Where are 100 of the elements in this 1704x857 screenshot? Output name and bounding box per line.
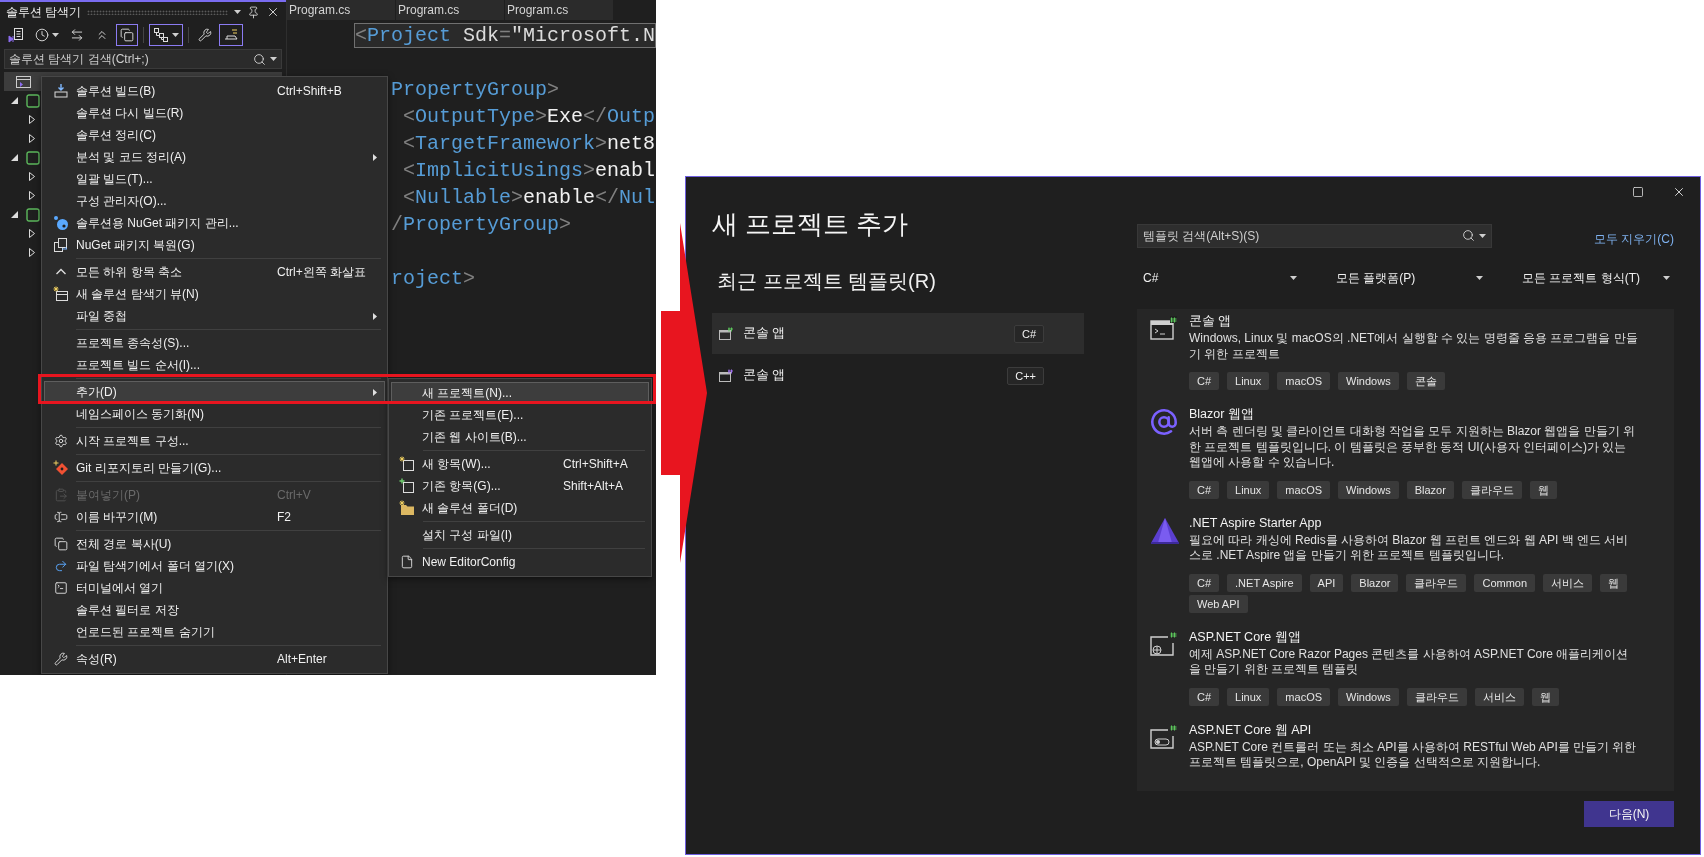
menu-item[interactable]: 솔루션용 NuGet 패키지 관리... (44, 212, 385, 234)
menu-item[interactable]: 일괄 빌드(T)... (44, 168, 385, 190)
editor-tab[interactable]: Program.cs (396, 0, 504, 20)
expanded-arrow-icon[interactable] (11, 154, 18, 161)
recent-template-item[interactable]: 콘솔 앱 C++ (712, 355, 1084, 396)
template-title[interactable]: ASP.NET Core 웹앱 (1189, 628, 1662, 645)
new-item-icon (399, 456, 415, 472)
document-icon (8, 27, 24, 43)
toolbar-button[interactable] (149, 24, 183, 46)
menu-item[interactable]: NuGet 패키지 복원(G) (44, 234, 385, 256)
caret-down-icon (270, 57, 277, 61)
next-button[interactable]: 다음(N) (1584, 801, 1674, 827)
menu-item[interactable]: New EditorConfig (391, 551, 649, 573)
menu-item[interactable]: 기존 프로젝트(E)... (391, 404, 649, 426)
menu-item[interactable]: 터미널에서 열기 (44, 577, 385, 599)
menu-item[interactable]: 네임스페이스 동기화(N) (44, 403, 385, 425)
toolbar-button[interactable] (219, 24, 243, 46)
menu-item[interactable]: 분석 및 코드 정리(A) (44, 146, 385, 168)
expanded-arrow-icon[interactable] (11, 211, 18, 218)
tag: Windows (1338, 372, 1399, 390)
menu-item[interactable]: 파일 중첩 (44, 305, 385, 327)
menu-item[interactable]: 속성(R) Alt+Enter (44, 648, 385, 670)
code-line: <OutputType>Exe</Outp (402, 104, 656, 129)
tag: Linux (1227, 480, 1270, 499)
template-description: ASP.NET Core 컨트롤러 또는 최소 API를 사용하여 RESTful Web API를 만들기 위한 프로젝트 템플릿으로, OpenAPI 및 인증을 선택적으로 지원합니다. (1189, 739, 1638, 771)
template-title[interactable]: 콘솔 앱 (1189, 313, 1662, 329)
expanded-arrow-icon[interactable] (11, 97, 18, 104)
collapsed-arrow-icon[interactable] (29, 134, 35, 143)
menu-item[interactable]: 설치 구성 파일(I) (391, 524, 649, 546)
search-field[interactable]: 솔루션 탐색기 검색(Ctrl+;) (4, 49, 282, 69)
tag: C# (1189, 687, 1220, 706)
collapsed-arrow-icon[interactable] (29, 191, 35, 200)
arrow-icon (661, 223, 707, 563)
menu-item[interactable]: 새 솔루션 폴더(D) (391, 497, 649, 519)
code-line: <Nullable>enable</Nul (402, 185, 656, 210)
menu-item[interactable]: 파일 탐색기에서 폴더 열기(X) (44, 555, 385, 577)
tag: Web API (1189, 594, 1248, 613)
menu-item[interactable]: 새 항목(W)... Ctrl+Shift+A (391, 453, 649, 475)
menu-item[interactable]: 구성 관리자(O)... (44, 190, 385, 212)
editor-tab[interactable]: Program.cs (287, 0, 395, 20)
filter-dropdown[interactable]: 모든 플랫폼(P) (1330, 267, 1487, 289)
collapsed-arrow-icon[interactable] (29, 229, 35, 238)
menu-item[interactable]: 새 솔루션 탐색기 뷰(N) (44, 283, 385, 305)
collapse-icon (95, 28, 109, 42)
pin-icon[interactable] (247, 5, 260, 19)
menu-item[interactable]: 솔루션 다시 빌드(R) (44, 102, 385, 124)
template-title[interactable]: Blazor 웹앱 (1189, 406, 1662, 422)
collapsed-arrow-icon[interactable] (29, 115, 35, 124)
search-input[interactable]: 솔루션 탐색기 검색(Ctrl+;) (9, 52, 249, 66)
search-icon (1462, 229, 1475, 242)
menu-item[interactable]: 솔루션 정리(C) (44, 124, 385, 146)
filter-dropdown[interactable]: 모든 프로젝트 형식(T) (1516, 267, 1674, 289)
template-description: 예제 ASP.NET Core Razor Pages 콘텐츠를 사용하여 ASP.NET Core 애플리케이션을 만들기 위한 프로젝트 템플릿 (1189, 646, 1630, 678)
menu-item[interactable]: 새 프로젝트(N)... (391, 382, 649, 404)
collapsed-arrow-icon[interactable] (29, 172, 35, 181)
grip-handle[interactable] (87, 9, 228, 15)
search-field[interactable]: 템플릿 검색(Alt+S)(S) (1137, 223, 1492, 248)
caret-down-icon (1663, 276, 1670, 280)
toolbar-button[interactable] (116, 24, 138, 46)
menu-item[interactable]: 솔루션 빌드(B) Ctrl+Shift+B (44, 80, 385, 102)
maximize-icon[interactable] (1632, 186, 1644, 198)
editor-tab[interactable]: Program.cs (505, 0, 613, 20)
dropdown-button[interactable] (234, 10, 241, 14)
sync-icon (70, 28, 84, 42)
menu-item[interactable]: 시작 프로젝트 구성... (44, 430, 385, 452)
menu-item[interactable]: 프로젝트 종속성(S)... (44, 332, 385, 354)
window-globe-icon (1150, 630, 1178, 659)
tag: Linux (1227, 372, 1270, 390)
tag: macOS (1277, 372, 1331, 390)
menu-item[interactable]: 추가(D) (44, 381, 385, 403)
close-icon[interactable] (266, 5, 280, 19)
clear-all-link[interactable]: 모두 지우기(C) (1594, 231, 1674, 248)
template-title[interactable]: .NET Aspire Starter App (1189, 514, 1662, 531)
menu-item[interactable]: Git 리포지토리 만들기(G)... (44, 457, 385, 479)
template-description: 서버 측 렌더링 및 클라이언트 대화형 작업을 모두 지원하는 Blazor 웹앱을 만들기 위한 프로젝트 템플릿입니다. 이 템플릿은 풍부한 동적 UI(사용자 인터페이스)가 있는 웹앱에 사용할 수 있습니다. (1189, 424, 1637, 471)
diamond-icon (52, 460, 69, 476)
tag: macOS (1277, 480, 1331, 499)
template-title[interactable]: ASP.NET Core 웹 API (1189, 721, 1662, 738)
menu-item[interactable]: 프로젝트 빌드 순서(I)... (44, 354, 385, 376)
console-icon (1150, 315, 1178, 343)
menu-item[interactable]: 이름 바꾸기(M) F2 (44, 506, 385, 528)
search-input[interactable]: 템플릿 검색(Alt+S)(S) (1143, 228, 1458, 243)
collapsed-arrow-icon[interactable] (29, 248, 35, 257)
menu-item[interactable]: 솔루션 필터로 저장 (44, 599, 385, 621)
template-description: Windows, Linux 및 macOS의 .NET에서 실행할 수 있는 명령줄 응용 프로그램을 만들기 위한 프로젝트 (1189, 331, 1639, 362)
close-icon[interactable] (1672, 185, 1686, 199)
menu-item[interactable]: 전체 경로 복사(U) (44, 533, 385, 555)
restore-icon (52, 237, 69, 253)
search-icon (253, 52, 266, 66)
tag: .NET Aspire (1227, 573, 1302, 592)
caret-down-icon (1290, 276, 1297, 280)
menu-item[interactable]: 기존 항목(G)... Shift+Alt+A (391, 475, 649, 497)
code-line: <ImplicitUsings>enabl (402, 158, 656, 183)
tag: 웹 (1531, 687, 1559, 706)
menu-item[interactable]: 언로드된 프로젝트 숨기기 (44, 621, 385, 643)
recent-template-item[interactable]: 콘솔 앱 C# (712, 313, 1084, 354)
menu-item[interactable]: 모든 하위 항목 축소 Ctrl+왼쪽 화살표 (44, 261, 385, 283)
menu-item[interactable]: 기존 웹 사이트(B)... (391, 426, 649, 448)
filter-dropdown[interactable]: C# (1137, 267, 1301, 289)
tag: 서비스 (1474, 687, 1524, 706)
